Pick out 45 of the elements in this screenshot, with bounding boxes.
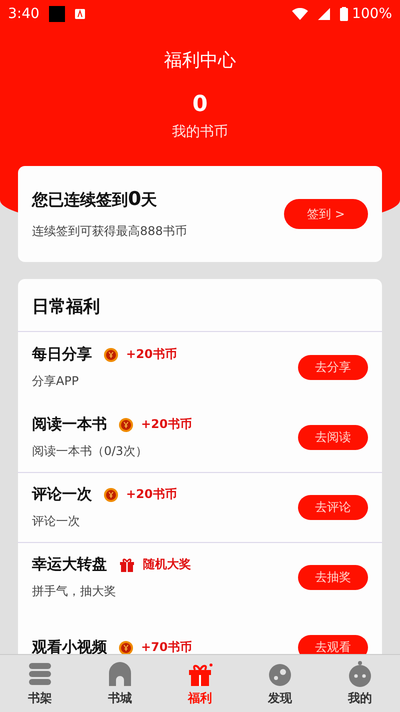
battery-icon (340, 7, 348, 21)
battery-level: 100% (352, 6, 392, 22)
coin-icon (119, 418, 133, 432)
gift-icon (119, 556, 135, 572)
arch-icon (106, 660, 134, 688)
coin-icon (104, 488, 118, 502)
task-name: 阅读一本书 (32, 415, 107, 434)
task-button[interactable]: 去观看 (298, 635, 368, 654)
sign-in-hint: 连续签到可获得最高888书币 (32, 223, 188, 240)
task-button[interactable]: 去阅读 (298, 425, 368, 450)
task-reward: +20书币 (141, 416, 192, 433)
tab-item[interactable]: 福利 (160, 655, 240, 712)
page-title: 福利中心 (164, 49, 236, 72)
app-notification-icon (75, 9, 86, 19)
coin-icon (119, 640, 133, 654)
task-description: 评论一次 (32, 513, 81, 530)
section-title: 日常福利 (18, 279, 382, 332)
coin-label: 我的书币 (172, 123, 228, 141)
face-icon (346, 660, 374, 688)
task-description: 拼手气，抽大奖 (32, 583, 117, 600)
task-reward: 随机大奖 (143, 556, 191, 573)
task-button[interactable]: 去分享 (298, 355, 368, 380)
wifi-icon (292, 8, 308, 20)
sign-in-button[interactable]: 签到 > (284, 199, 368, 229)
tab-item[interactable]: 书架 (0, 655, 80, 712)
task-name: 评论一次 (32, 485, 92, 504)
signal-icon (318, 8, 330, 20)
status-time: 3:40 (8, 6, 40, 22)
coin-icon (104, 348, 118, 362)
tab-item[interactable]: 我的 (320, 655, 400, 712)
notification-icon (49, 6, 66, 22)
coin-count: 0 (192, 92, 208, 117)
task-reward: +20书币 (126, 346, 177, 363)
sign-in-streak: 您已连续签到0天 (32, 188, 158, 211)
task-reward: +20书币 (126, 486, 177, 503)
task-name: 幸运大转盘 (32, 555, 107, 574)
task-button[interactable]: 去评论 (298, 495, 368, 520)
task-button[interactable]: 去抽奖 (298, 565, 368, 590)
tab-item[interactable]: 发现 (240, 655, 320, 712)
books-icon (26, 660, 54, 688)
tab-item[interactable]: 书城 (80, 655, 160, 712)
task-description: 分享APP (32, 373, 80, 390)
task-reward: +70书币 (141, 639, 192, 654)
task-description: 阅读一本书（0/3次） (32, 443, 148, 460)
task-name: 每日分享 (32, 345, 92, 364)
